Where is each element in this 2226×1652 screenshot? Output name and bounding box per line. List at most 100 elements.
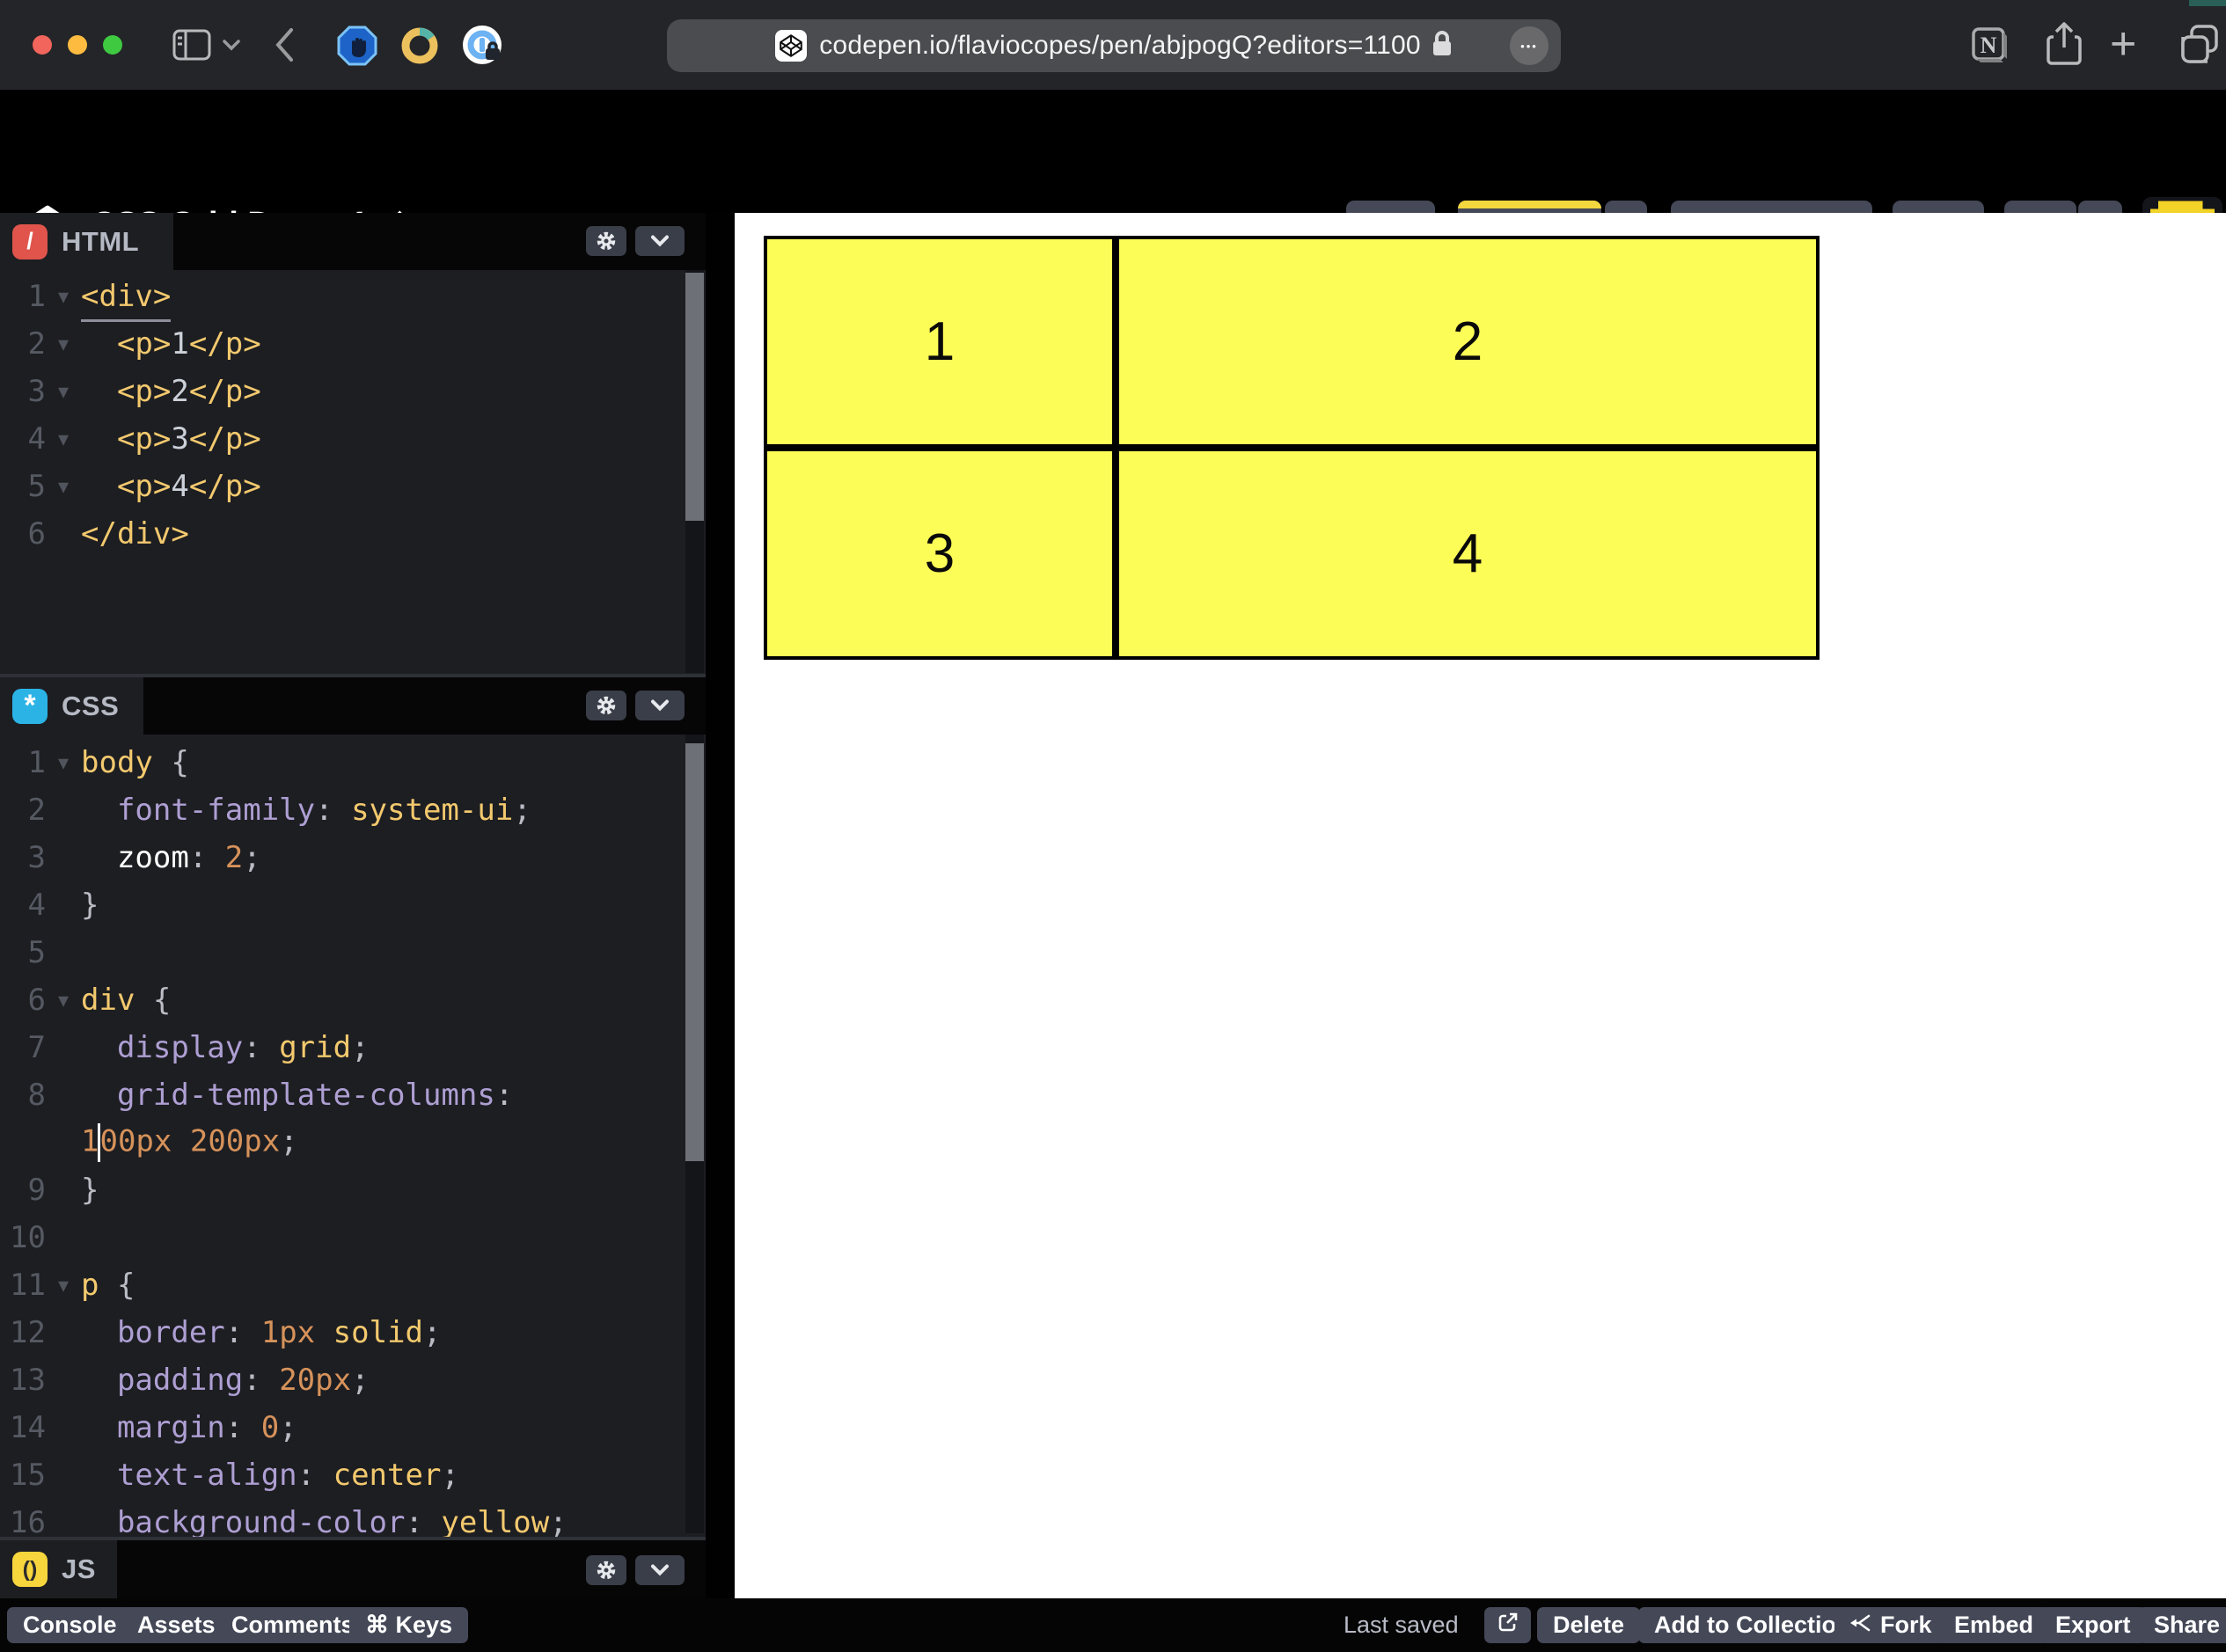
- code-text: div {: [81, 983, 171, 1018]
- code-line[interactable]: 10: [0, 1214, 685, 1261]
- codepen-favicon: [775, 30, 807, 62]
- assets-button[interactable]: Assets: [121, 1607, 231, 1643]
- code-line[interactable]: 5▾ <p>4</p>: [0, 463, 685, 510]
- grid-cell: 2: [1116, 236, 1820, 448]
- code-line[interactable]: 1▾<div>: [0, 273, 685, 320]
- code-line[interactable]: 14 margin: 0;: [0, 1404, 685, 1451]
- code-line[interactable]: 2▾ <p>1</p>: [0, 320, 685, 368]
- code-line[interactable]: 6▾div {: [0, 976, 685, 1024]
- delete-button[interactable]: Delete: [1537, 1607, 1640, 1643]
- back-button-icon[interactable]: [273, 26, 296, 68]
- open-live-view-button[interactable]: [1484, 1607, 1531, 1643]
- comments-button[interactable]: Comments: [216, 1607, 370, 1643]
- code-text: margin: 0;: [81, 1410, 297, 1445]
- code-text: body {: [81, 745, 189, 780]
- code-line[interactable]: 11▾p {: [0, 1261, 685, 1309]
- code-text: <div>: [81, 279, 171, 314]
- fold-arrow-icon[interactable]: ▾: [46, 474, 81, 499]
- js-settings-button[interactable]: [586, 1555, 626, 1585]
- code-line[interactable]: 1▾body {: [0, 739, 685, 786]
- fold-arrow-icon[interactable]: ▾: [46, 332, 81, 356]
- password-manager-extension-icon[interactable]: [460, 23, 506, 73]
- code-line[interactable]: 6</div>: [0, 510, 685, 558]
- fork-button[interactable]: Fork: [1834, 1607, 1948, 1643]
- code-line[interactable]: 15 text-align: center;: [0, 1451, 685, 1499]
- line-number: 6: [0, 983, 46, 1018]
- line-number: 13: [0, 1363, 46, 1398]
- background-window-sliver: [2189, 0, 2226, 6]
- code-line[interactable]: 100px 200px;: [0, 1119, 685, 1166]
- add-to-collection-button[interactable]: Add to Collection: [1638, 1607, 1866, 1643]
- line-number: 6: [0, 516, 46, 552]
- sidebar-toggle-icon[interactable]: [172, 29, 211, 65]
- page-options-icon[interactable]: •••: [1510, 26, 1549, 65]
- export-button[interactable]: Export: [2039, 1607, 2147, 1643]
- js-panel-header: () JS: [0, 1537, 706, 1598]
- code-line[interactable]: 8 grid-template-columns:: [0, 1071, 685, 1119]
- console-button[interactable]: Console: [7, 1607, 133, 1643]
- html-scrollbar-thumb[interactable]: [685, 273, 704, 521]
- line-number: 1: [0, 279, 46, 314]
- browser-toolbar: codepen.io/flaviocopes/pen/abjpogQ?edito…: [0, 0, 2226, 90]
- html-collapse-button[interactable]: [635, 226, 685, 256]
- footer-bar: Console Assets Comments ⌘ Keys Last save…: [0, 1598, 2226, 1652]
- tab-overview-icon[interactable]: [2179, 23, 2222, 69]
- js-icon: (): [12, 1552, 48, 1587]
- code-line[interactable]: 7 display: grid;: [0, 1024, 685, 1071]
- css-scrollbar-thumb[interactable]: [685, 743, 704, 1161]
- html-panel-header: / HTML: [0, 213, 706, 270]
- code-text: border: 1px solid;: [81, 1315, 441, 1350]
- tab-css: * CSS: [0, 677, 143, 735]
- window-minimize-button[interactable]: [68, 35, 87, 55]
- css-settings-button[interactable]: [586, 691, 626, 720]
- share-button[interactable]: Share: [2138, 1607, 2226, 1643]
- code-line[interactable]: 4▾ <p>3</p>: [0, 415, 685, 463]
- fold-arrow-icon[interactable]: ▾: [46, 284, 81, 309]
- code-text: text-align: center;: [81, 1458, 459, 1493]
- embed-button[interactable]: Embed: [1938, 1607, 2049, 1643]
- html-code-editor[interactable]: 1▾<div>2▾ <p>1</p>3▾ <p>2</p>4▾ <p>3</p>…: [0, 273, 685, 558]
- line-number: 8: [0, 1078, 46, 1113]
- css-code-editor[interactable]: 1▾body {2 font-family: system-ui;3 zoom:…: [0, 739, 685, 1546]
- code-line[interactable]: 5: [0, 929, 685, 976]
- url-bar[interactable]: codepen.io/flaviocopes/pen/abjpogQ?edito…: [667, 19, 1561, 72]
- code-line[interactable]: 4}: [0, 881, 685, 929]
- code-line[interactable]: 2 font-family: system-ui;: [0, 786, 685, 834]
- fold-arrow-icon[interactable]: ▾: [46, 750, 81, 775]
- fold-arrow-icon[interactable]: ▾: [46, 1273, 81, 1297]
- fold-arrow-icon[interactable]: ▾: [46, 427, 81, 451]
- fold-arrow-icon[interactable]: ▾: [46, 988, 81, 1012]
- code-line[interactable]: 3▾ <p>2</p>: [0, 368, 685, 415]
- code-line[interactable]: 3 zoom: 2;: [0, 834, 685, 881]
- css-collapse-button[interactable]: [635, 691, 685, 720]
- window-close-button[interactable]: [33, 35, 52, 55]
- code-text: background-color: yellow;: [81, 1505, 567, 1540]
- js-expand-button[interactable]: [635, 1555, 685, 1585]
- html-panel-label: HTML: [62, 226, 139, 258]
- line-number: 14: [0, 1410, 46, 1445]
- sidebar-chevron-icon[interactable]: [222, 38, 241, 56]
- grid-cell: 3: [764, 448, 1116, 660]
- code-text: padding: 20px;: [81, 1363, 370, 1398]
- share-icon[interactable]: [2043, 21, 2085, 71]
- code-line[interactable]: 9}: [0, 1166, 685, 1214]
- html-settings-button[interactable]: [586, 226, 626, 256]
- code-line[interactable]: 12 border: 1px solid;: [0, 1309, 685, 1356]
- html-scrollbar-track[interactable]: [685, 270, 704, 673]
- adblock-extension-icon[interactable]: [336, 25, 378, 71]
- notion-extension-icon[interactable]: N: [1969, 25, 2010, 69]
- css-scrollbar-track[interactable]: [685, 735, 704, 1533]
- code-line[interactable]: 13 padding: 20px;: [0, 1356, 685, 1404]
- code-text: display: grid;: [81, 1030, 370, 1065]
- new-tab-icon[interactable]: +: [2110, 19, 2136, 69]
- code-text: 100px 200px;: [81, 1123, 298, 1162]
- code-text: <p>4</p>: [81, 469, 261, 504]
- pen-header: CSS Grid Demo 1 Flavio Copes ♥ Save Sett…: [0, 90, 2226, 213]
- keyboard-shortcuts-button[interactable]: ⌘ Keys: [349, 1607, 468, 1643]
- line-number: 4: [0, 888, 46, 923]
- fold-arrow-icon[interactable]: ▾: [46, 379, 81, 404]
- ring-extension-icon[interactable]: [399, 25, 441, 71]
- css-icon: *: [12, 689, 48, 724]
- window-zoom-button[interactable]: [103, 35, 122, 55]
- editor-preview-divider[interactable]: [706, 213, 735, 1598]
